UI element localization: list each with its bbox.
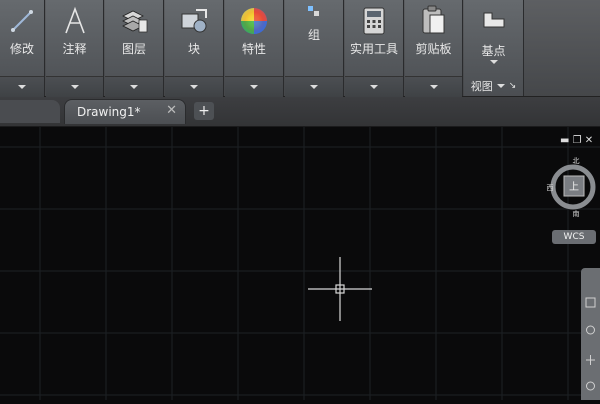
crosshair-cursor [308,257,372,321]
ribbon: 修改 注释 图层 块 特性 组 实用工具 剪贴板 基点 视图 ↘ [0,0,600,97]
base-point-label: 基点 [481,44,506,58]
close-icon[interactable]: ✕ [585,135,593,146]
panel-annotation-label: 注释 [62,42,87,56]
chevron-down-icon [496,84,505,88]
utilities-icon [345,4,403,38]
panel-clipboard[interactable]: 剪贴板 [405,0,463,97]
group-icon [285,2,343,22]
panel-layers-dropdown[interactable] [105,76,163,97]
panel-layers-label: 图层 [121,42,146,56]
zoom-icon[interactable] [586,325,595,335]
view-label: 视图 [470,80,493,93]
chevron-down-icon [70,85,79,89]
panel-block-dropdown[interactable] [165,76,223,97]
annotation-icon [46,4,103,38]
chevron-down-icon [130,85,138,89]
panel-utilities-label: 实用工具 [349,42,398,56]
panel-annotation-dropdown[interactable] [46,76,103,97]
chevron-down-icon [310,85,318,89]
panel-block-label: 块 [187,42,200,56]
block-icon [165,4,223,38]
panel-properties-dropdown[interactable] [225,76,283,97]
compass-south[interactable]: 南 [573,209,580,218]
close-icon[interactable]: ✕ [166,103,177,118]
properties-icon [225,4,283,38]
chevron-down-icon [370,85,378,89]
chevron-down-icon [490,60,498,64]
panel-group-dropdown[interactable] [285,76,343,97]
start-tab[interactable] [0,100,60,123]
layers-icon [105,4,163,38]
chevron-down-icon [190,85,198,89]
panel-utilities-dropdown[interactable] [345,76,403,97]
navigation-bar[interactable] [581,268,600,400]
grid [0,127,600,400]
chevron-down-icon [18,85,26,89]
showmotion-icon[interactable] [586,381,595,391]
panel-properties[interactable]: 特性 [225,0,284,97]
file-tab-bar: Drawing1* ✕ + [0,97,600,127]
orbit-icon[interactable] [586,355,595,365]
panel-modify-label: 修改 [9,42,34,56]
drawing-canvas[interactable]: 上 北 南 西 [0,127,600,400]
panel-modify[interactable]: 修改 [0,0,45,97]
panel-modify-dropdown[interactable] [0,76,44,97]
viewcube-face-label: 上 [569,181,579,193]
panel-utilities[interactable]: 实用工具 [345,0,404,97]
view-panel-title[interactable]: 视图 ↘ [464,78,523,94]
panel-layers[interactable]: 图层 [105,0,164,97]
panel-block[interactable]: 块 [165,0,224,97]
base-point-dropdown[interactable] [490,60,498,64]
panel-group-label: 组 [307,28,320,42]
viewport-controls: ▬ ❐ ✕ [560,135,593,146]
panel-view[interactable]: 基点 视图 ↘ [464,0,524,96]
compass-west[interactable]: 西 [547,184,554,192]
panel-group[interactable]: 组 [285,0,344,97]
base-point-icon [464,6,523,34]
chevron-down-icon [429,85,438,89]
clipboard-icon [405,4,462,38]
minimize-icon[interactable]: ▬ [560,135,569,146]
pan-icon[interactable] [585,297,596,308]
panel-properties-label: 特性 [241,42,266,56]
tab-drawing1[interactable]: Drawing1* ✕ [64,99,186,124]
chevron-down-icon [250,85,258,89]
new-tab-button[interactable]: + [194,102,214,120]
wcs-menu-button[interactable]: WCS [552,230,596,244]
compass-north[interactable]: 北 [573,157,580,165]
panel-clipboard-dropdown[interactable] [405,76,462,97]
modify-icon [0,4,44,38]
restore-icon[interactable]: ❐ [573,135,582,146]
panel-annotation[interactable]: 注释 [46,0,104,97]
panel-clipboard-label: 剪贴板 [415,42,452,56]
dialog-launcher-icon: ↘ [508,81,517,91]
tab-drawing1-label: Drawing1* [77,105,141,119]
model-space: 上 北 南 西 [0,127,600,400]
